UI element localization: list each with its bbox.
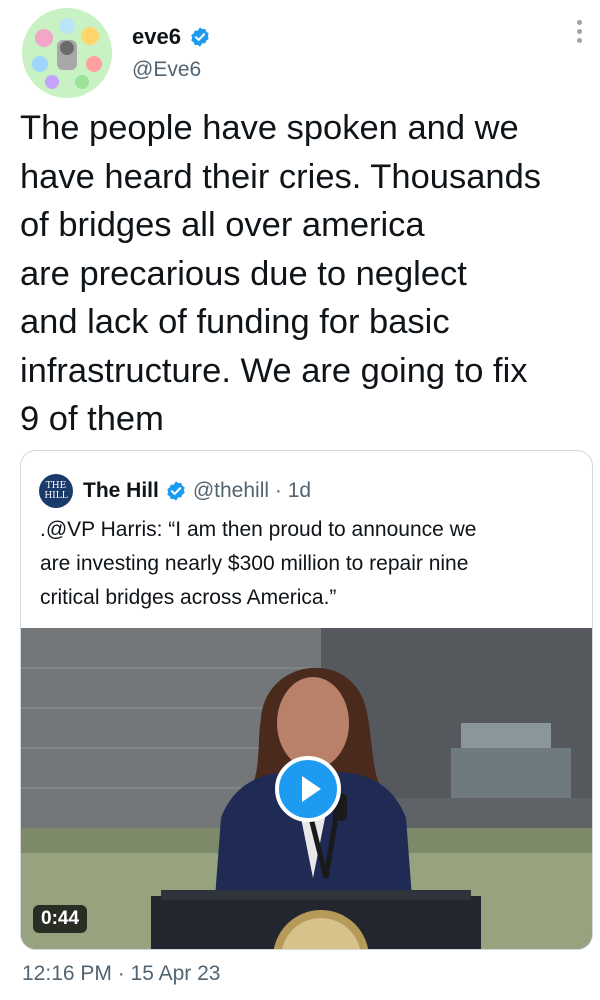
quoted-author-name[interactable]: The Hill (83, 479, 159, 503)
quoted-author-avatar[interactable]: THE HILL (39, 474, 73, 508)
quoted-author-handle-time[interactable]: @thehill · 1d (193, 479, 311, 503)
tweet-text-line: are precarious due to neglect (20, 254, 467, 293)
more-vertical-icon[interactable] (574, 20, 584, 50)
quoted-tweet-header: THE HILL The Hill @thehill · 1d (39, 474, 311, 508)
verified-badge-icon (191, 27, 209, 47)
quoted-text-line: critical bridges across America.” (40, 586, 337, 609)
author-handle[interactable]: @Eve6 (132, 58, 211, 82)
tweet-text-line: infrastructure. We are going to fix (20, 351, 528, 390)
logo-text-line: HILL (44, 491, 68, 501)
author-name-text[interactable]: eve6 (132, 24, 181, 50)
verified-badge-icon (167, 481, 185, 501)
tweet-text-line: and lack of funding for basic (20, 303, 450, 341)
tweet-text-line: of bridges all over america (20, 206, 425, 244)
tweet-text-line: have heard their cries. Thousands (20, 157, 542, 196)
quoted-text-line: are investing nearly $300 million to rep… (40, 552, 469, 575)
author-names: eve6 @Eve6 (132, 24, 211, 82)
logo-text-line: THE (45, 481, 67, 491)
tweet-timestamp[interactable]: 12:16 PM · 15 Apr 23 (22, 962, 220, 986)
quoted-text-line: .@VP Harris: “I am then proud to announc… (40, 518, 477, 541)
play-icon (302, 776, 321, 802)
tweet-text-line: The people have spoken and we (20, 109, 519, 147)
video-duration-badge: 0:44 (33, 905, 88, 933)
tweet-text-line: 9 of them (20, 400, 164, 438)
author-avatar[interactable] (22, 8, 112, 98)
tweet-text: The people have spoken and we have heard… (20, 104, 595, 444)
quoted-tweet-text: .@VP Harris: “I am then proud to announc… (40, 513, 585, 615)
video-player[interactable]: 0:44 (21, 628, 592, 949)
quoted-tweet-card[interactable]: THE HILL The Hill @thehill · 1d .@VP Har… (20, 450, 593, 950)
author-display-name[interactable]: eve6 (132, 24, 211, 50)
play-button[interactable] (275, 756, 341, 822)
tweet-header: eve6 @Eve6 (22, 8, 588, 98)
